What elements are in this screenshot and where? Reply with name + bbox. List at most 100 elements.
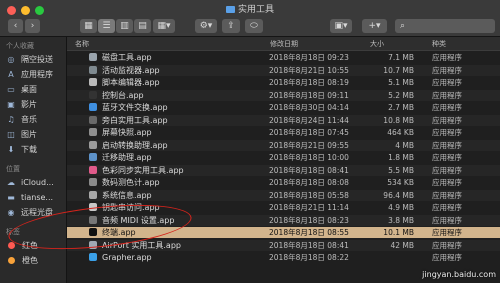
- file-size: 4 MB: [395, 140, 414, 150]
- file-row[interactable]: 脚本编辑器.app 2018年8月18日 08:19 5.1 MB 应用程序: [67, 77, 500, 88]
- file-name: 磁盘工具.app: [102, 53, 152, 62]
- file-name: 启动转换助理.app: [102, 140, 168, 150]
- file-row[interactable]: Grapher.app 2018年8月18日 08:22 应用程序: [67, 252, 500, 263]
- column-view-button[interactable]: ▥: [116, 19, 133, 33]
- desktop-icon: ▭: [7, 85, 15, 94]
- file-row[interactable]: 系统信息.app 2018年8月18日 05:58 96.4 MB 应用程序: [67, 189, 500, 201]
- share-button[interactable]: ⇪: [222, 19, 240, 33]
- folder-icon: [225, 6, 235, 13]
- sidebar-header: 个人收藏: [6, 42, 34, 50]
- pictures-icon: ◫: [7, 130, 15, 139]
- nav-buttons: ‹ ›: [8, 19, 40, 33]
- file-name: 控制台.app: [102, 90, 144, 100]
- file-kind: 应用程序: [432, 128, 462, 137]
- sidebar-item[interactable]: 橙色: [6, 254, 38, 267]
- file-row[interactable]: 蓝牙文件交换.app 2018年8月30日 04:14 2.7 MB 应用程序: [67, 102, 500, 113]
- file-date: 2018年8月18日 07:45: [269, 128, 349, 137]
- file-kind: 应用程序: [432, 253, 462, 262]
- share-icon: ⇪: [227, 21, 235, 31]
- group-button[interactable]: ▦▾: [153, 19, 175, 33]
- view-mode-control: ▦ ☰ ▥ ▤: [80, 19, 151, 33]
- file-name: 系统信息.app: [102, 190, 152, 200]
- file-date: 2018年8月18日 08:22: [269, 253, 349, 262]
- action-button[interactable]: ⚙▾: [195, 19, 217, 33]
- file-row[interactable]: 屏幕快照.app 2018年8月18日 07:45 464 KB 应用程序: [67, 127, 500, 138]
- finder-window: 实用工具 ‹ › ▦ ☰ ▥ ▤ ▦▾ ⚙▾ ⇪ ⬭ ▣▾ +▾ ⌕ 个人收藏 ◎…: [0, 0, 500, 283]
- file-row[interactable]: 控制台.app 2018年8月18日 09:11 5.2 MB 应用程序: [67, 89, 500, 101]
- sidebar-item[interactable]: ▣ 影片: [6, 98, 37, 111]
- file-size: 10.1 MB: [383, 228, 414, 237]
- tag-button[interactable]: ⬭: [245, 19, 263, 33]
- file-size: 96.4 MB: [383, 190, 414, 200]
- icon-view-button[interactable]: ▦: [80, 19, 97, 33]
- sidebar-item[interactable]: ▭ 桌面: [6, 83, 37, 96]
- column-name[interactable]: 名称: [75, 39, 89, 49]
- app-icon: [89, 128, 97, 136]
- file-row[interactable]: 活动监视器.app 2018年8月21日 10:55 10.7 MB 应用程序: [67, 64, 500, 76]
- sidebar-item[interactable]: A 应用程序: [6, 68, 53, 81]
- file-date: 2018年8月18日 10:00: [269, 153, 349, 162]
- app-icon: [89, 140, 97, 149]
- file-date: 2018年8月30日 04:14: [269, 103, 349, 112]
- sidebar-item[interactable]: ♫ 音乐: [6, 113, 37, 126]
- sidebar-item-label: 下载: [21, 145, 37, 154]
- back-button[interactable]: ‹: [8, 19, 23, 33]
- file-row[interactable]: 启动转换助理.app 2018年8月21日 09:55 4 MB 应用程序: [67, 139, 500, 151]
- sidebar-item[interactable]: ◎ 隔空投送: [6, 53, 54, 66]
- file-kind: 应用程序: [432, 90, 462, 100]
- file-size: 10.8 MB: [383, 115, 414, 125]
- search-input[interactable]: ⌕: [395, 19, 495, 33]
- forward-button[interactable]: ›: [25, 19, 40, 33]
- plus-icon: +: [368, 21, 376, 31]
- file-size: 2.7 MB: [388, 103, 414, 112]
- file-date: 2018年8月21日 11:14: [269, 203, 349, 212]
- app-icon: [89, 78, 97, 86]
- list-view-button[interactable]: ☰: [98, 19, 115, 33]
- file-row[interactable]: 磁盘工具.app 2018年8月18日 09:23 7.1 MB 应用程序: [67, 52, 500, 63]
- file-kind: 应用程序: [432, 140, 462, 150]
- file-kind: 应用程序: [432, 228, 462, 237]
- file-name: 迁移助理.app: [102, 153, 152, 162]
- new-button[interactable]: +▾: [362, 19, 387, 33]
- file-kind: 应用程序: [432, 78, 462, 87]
- file-row[interactable]: 迁移助理.app 2018年8月18日 10:00 1.8 MB 应用程序: [67, 152, 500, 163]
- column-header: 名称 修改日期 大小 种类: [67, 37, 500, 51]
- file-kind: 应用程序: [432, 178, 462, 187]
- movies-icon: ▣: [7, 100, 15, 109]
- toolbar: 实用工具 ‹ › ▦ ☰ ▥ ▤ ▦▾ ⚙▾ ⇪ ⬭ ▣▾ +▾ ⌕: [0, 0, 500, 37]
- file-date: 2018年8月21日 10:55: [269, 65, 349, 75]
- file-name: 活动监视器.app: [102, 65, 160, 75]
- column-date[interactable]: 修改日期: [270, 39, 298, 49]
- column-kind[interactable]: 种类: [432, 39, 446, 49]
- downloads-icon: ⬇: [7, 145, 15, 154]
- watermark: jingyan.baidu.com: [422, 270, 496, 279]
- file-name: 蓝牙文件交换.app: [102, 103, 168, 112]
- sidebar-item[interactable]: ☁ iCloud...: [6, 176, 54, 189]
- file-size: 10.7 MB: [383, 65, 414, 75]
- gear-icon: ⚙: [199, 21, 208, 31]
- gallery-view-button[interactable]: ▤: [134, 19, 151, 33]
- file-date: 2018年8月18日 08:19: [269, 78, 349, 87]
- file-date: 2018年8月24日 11:44: [269, 115, 349, 125]
- file-size: 4.9 MB: [388, 203, 414, 212]
- search-icon: ⌕: [400, 21, 406, 31]
- column-size[interactable]: 大小: [370, 39, 384, 49]
- file-date: 2018年8月18日 08:23: [269, 215, 349, 225]
- file-size: 42 MB: [390, 240, 414, 250]
- file-date: 2018年8月18日 08:41: [269, 240, 349, 250]
- file-row[interactable]: 数码测色计.app 2018年8月18日 08:08 534 KB 应用程序: [67, 177, 500, 188]
- sidebar-item[interactable]: ◫ 图片: [6, 128, 37, 141]
- file-kind: 应用程序: [432, 203, 462, 212]
- sidebar-item[interactable]: ▬ tianse...: [6, 191, 53, 204]
- file-row[interactable]: 旁白实用工具.app 2018年8月24日 11:44 10.8 MB 应用程序: [67, 114, 500, 126]
- file-size: 7.1 MB: [388, 53, 414, 62]
- file-row[interactable]: 色彩同步实用工具.app 2018年8月18日 08:41 5.5 MB 应用程序: [67, 164, 500, 176]
- applications-icon: A: [8, 70, 14, 79]
- file-name: Grapher.app: [102, 253, 152, 262]
- file-kind: 应用程序: [432, 215, 462, 225]
- path-button[interactable]: ▣▾: [330, 19, 352, 33]
- sidebar-item[interactable]: ⬇ 下载: [6, 143, 37, 156]
- window-title-text: 实用工具: [237, 5, 274, 15]
- window-title: 实用工具: [0, 2, 500, 15]
- app-icon: [89, 165, 97, 174]
